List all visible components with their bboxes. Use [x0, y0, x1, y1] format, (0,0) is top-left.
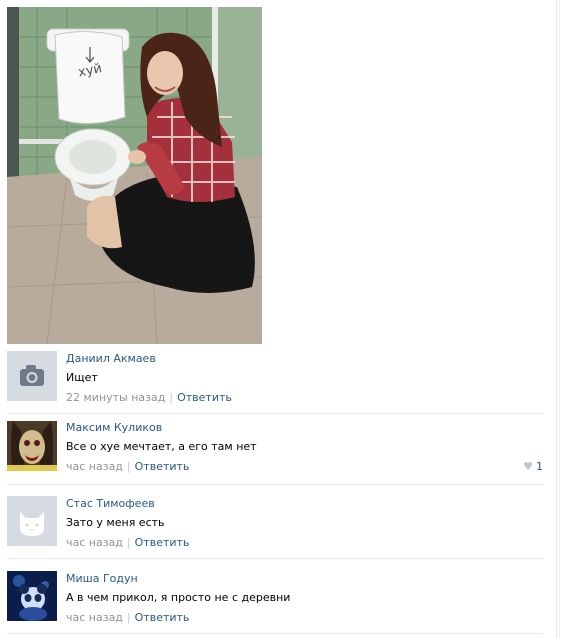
page-edge-line [556, 0, 557, 638]
heart-icon: ♥ [523, 460, 533, 473]
meta-separator: | [126, 460, 131, 473]
meta-separator: | [169, 391, 174, 404]
meta-separator: | [126, 536, 131, 549]
comment-divider [7, 633, 543, 634]
page-edge-line [559, 0, 560, 638]
comment-meta: час назад | Ответить [66, 536, 189, 549]
comment-time[interactable]: 22 минуты назад [66, 391, 165, 404]
blue-panda-photo [7, 571, 57, 621]
like-count: 1 [536, 460, 543, 473]
camera-placeholder-icon [7, 351, 57, 401]
comment-text: Ищет [66, 371, 98, 384]
meta-separator: | [126, 611, 131, 624]
comment-text: А в чем прикол, я просто не с деревни [66, 591, 291, 604]
post-photo[interactable]: хуй [7, 7, 262, 344]
comment-meta: час назад | Ответить [66, 611, 189, 624]
reply-link[interactable]: Ответить [135, 536, 190, 549]
comment-author[interactable]: Стас Тимофеев [66, 497, 155, 510]
avatar[interactable] [7, 571, 57, 621]
avatar[interactable] [7, 351, 57, 401]
comment-meta: час назад | Ответить [66, 460, 189, 473]
like-button[interactable]: ♥ 1 [523, 460, 543, 473]
comment-divider [7, 484, 543, 485]
comment-item: Миша Годун А в чем прикол, я просто не с… [7, 563, 543, 634]
comment-time[interactable]: час назад [66, 460, 123, 473]
comment-item: Даниил Акмаев Ищет 22 минуты назад | Ответ… [7, 345, 543, 414]
reply-link[interactable]: Ответить [135, 460, 190, 473]
comment-author[interactable]: Даниил Акмаев [66, 352, 156, 365]
comment-time[interactable]: час назад [66, 536, 123, 549]
comment-author[interactable]: Максим Куликов [66, 421, 162, 434]
comment-author[interactable]: Миша Годун [66, 572, 138, 585]
comment-meta: 22 минуты назад | Ответить [66, 391, 232, 404]
comment-text: Зато у меня есть [66, 516, 165, 529]
cat-placeholder-icon [7, 496, 57, 546]
post-photo-image: хуй [7, 7, 262, 344]
comment-item: Стас Тимофеев Зато у меня есть час назад… [7, 488, 543, 559]
zombie-face-photo [7, 421, 57, 471]
avatar[interactable] [7, 421, 57, 471]
comment-divider [7, 558, 543, 559]
comment-item: Максим Куликов Все о хуе мечтает, а его … [7, 414, 543, 485]
avatar[interactable] [7, 496, 57, 546]
comment-text: Все о хуе мечтает, а его там нет [66, 440, 257, 453]
reply-link[interactable]: Ответить [177, 391, 232, 404]
reply-link[interactable]: Ответить [135, 611, 190, 624]
comment-time[interactable]: час назад [66, 611, 123, 624]
